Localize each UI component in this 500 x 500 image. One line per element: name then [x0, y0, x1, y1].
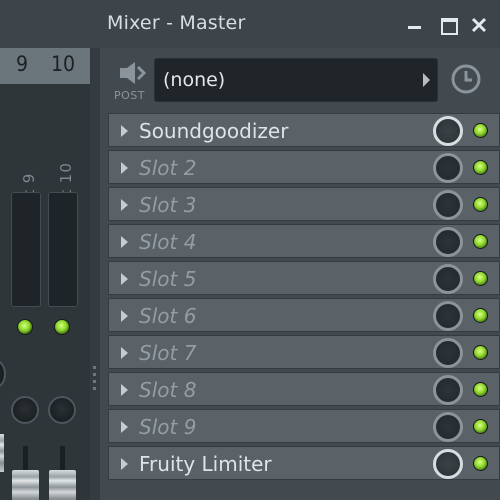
routing-row: POST (none): [108, 55, 500, 111]
expand-arrow-icon[interactable]: [121, 384, 128, 396]
slot-enable-led[interactable]: [473, 382, 488, 397]
level-meter: [11, 192, 41, 307]
expand-arrow-icon[interactable]: [121, 162, 128, 174]
title-bar: Mixer - Master: [0, 0, 500, 48]
slot-enable-led[interactable]: [473, 308, 488, 323]
mix-level-knob[interactable]: [433, 449, 463, 479]
expand-arrow-icon[interactable]: [121, 310, 128, 322]
effect-slot[interactable]: Slot 4: [108, 224, 500, 258]
expand-arrow-icon[interactable]: [121, 125, 128, 137]
slot-enable-led[interactable]: [473, 197, 488, 212]
close-icon[interactable]: [468, 10, 490, 36]
chevron-right-icon: [423, 73, 430, 87]
channel-enable-led[interactable]: [17, 319, 33, 335]
slot-name: Slot 8: [139, 378, 197, 402]
slot-name: Slot 5: [139, 267, 197, 291]
mix-level-knob[interactable]: [433, 301, 463, 331]
slot-name: Slot 3: [139, 193, 197, 217]
slot-name: Slot 2: [139, 156, 197, 180]
insert-strip: 9 10 Insert 9 Insert 10: [0, 48, 90, 500]
expand-arrow-icon[interactable]: [121, 458, 128, 470]
clock-icon[interactable]: [450, 63, 482, 95]
effect-slot[interactable]: Slot 3: [108, 187, 500, 221]
volume-fader[interactable]: [0, 434, 4, 472]
effect-slot[interactable]: Slot 7: [108, 335, 500, 369]
expand-arrow-icon[interactable]: [121, 273, 128, 285]
effects-panel: POST (none) Soundgoodizer Slot 2 Slot 3 Slo…: [100, 48, 500, 500]
effect-slot[interactable]: Slot 5: [108, 261, 500, 295]
mix-level-knob[interactable]: [433, 116, 463, 146]
send-post-icon[interactable]: POST: [114, 59, 150, 105]
slot-name: Slot 7: [139, 341, 197, 365]
effect-slot[interactable]: Slot 9: [108, 409, 500, 443]
post-label: POST: [114, 89, 145, 102]
slot-enable-led[interactable]: [473, 345, 488, 360]
effect-slot[interactable]: Fruity Limiter: [108, 446, 500, 480]
slot-name: Slot 9: [139, 415, 197, 439]
expand-arrow-icon[interactable]: [121, 421, 128, 433]
slot-name: Slot 6: [139, 304, 197, 328]
effect-slot[interactable]: Slot 6: [108, 298, 500, 332]
effect-slot[interactable]: Soundgoodizer: [108, 113, 500, 147]
volume-fader[interactable]: [49, 470, 76, 500]
mix-level-knob[interactable]: [433, 264, 463, 294]
slot-name: Slot 4: [139, 230, 197, 254]
mix-level-knob[interactable]: [433, 153, 463, 183]
insert-number[interactable]: 10: [51, 52, 75, 76]
slot-name: Soundgoodizer: [139, 119, 289, 143]
splitter-grip[interactable]: [93, 366, 96, 392]
expand-arrow-icon[interactable]: [121, 236, 128, 248]
slot-enable-led[interactable]: [473, 419, 488, 434]
slot-enable-led[interactable]: [473, 123, 488, 138]
slot-name: Fruity Limiter: [139, 452, 272, 476]
expand-arrow-icon[interactable]: [121, 199, 128, 211]
slot-enable-led[interactable]: [473, 234, 488, 249]
pan-knob[interactable]: [48, 396, 76, 424]
mix-level-knob[interactable]: [433, 412, 463, 442]
panel-splitter[interactable]: [90, 48, 100, 500]
insert-number-header: 9 10: [0, 48, 90, 84]
pan-knob[interactable]: [0, 360, 6, 388]
effect-slot[interactable]: Slot 2: [108, 150, 500, 184]
expand-arrow-icon[interactable]: [121, 347, 128, 359]
pan-knob[interactable]: [11, 396, 39, 424]
slot-enable-led[interactable]: [473, 456, 488, 471]
volume-fader[interactable]: [12, 470, 39, 500]
channel-enable-led[interactable]: [54, 319, 70, 335]
slot-enable-led[interactable]: [473, 271, 488, 286]
insert-channel-9[interactable]: Insert 9: [8, 84, 44, 500]
routing-value: (none): [163, 69, 226, 91]
level-meter: [48, 192, 78, 307]
insert-channel-10[interactable]: Insert 10: [45, 84, 81, 500]
effect-slot[interactable]: Slot 8: [108, 372, 500, 406]
mix-level-knob[interactable]: [433, 190, 463, 220]
mix-level-knob[interactable]: [433, 227, 463, 257]
window-title: Mixer - Master: [107, 12, 246, 34]
maximize-icon[interactable]: [437, 10, 459, 36]
minimize-icon[interactable]: [404, 10, 426, 36]
insert-number[interactable]: 9: [16, 52, 28, 76]
mix-level-knob[interactable]: [433, 338, 463, 368]
slot-enable-led[interactable]: [473, 160, 488, 175]
routing-dropdown[interactable]: (none): [154, 58, 438, 102]
mix-level-knob[interactable]: [433, 375, 463, 405]
